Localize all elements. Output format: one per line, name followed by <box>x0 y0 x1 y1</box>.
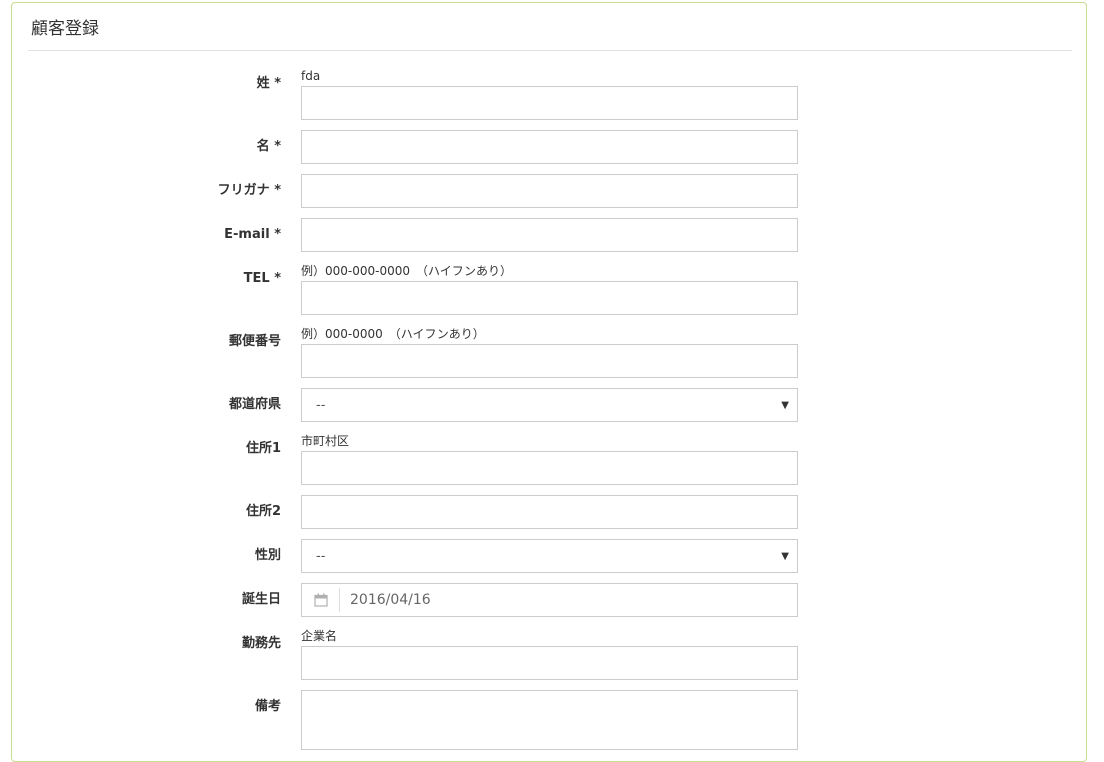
first-name-label: 名 * <box>256 139 281 154</box>
workplace-input[interactable] <box>301 646 798 680</box>
birthday-date-input[interactable]: 2016/04/16 <box>301 583 798 617</box>
address2-input[interactable] <box>301 495 798 529</box>
panel-title: 顧客登録 <box>31 19 99 39</box>
prefecture-selected-value: -- <box>316 397 326 413</box>
last-name-label: 姓 * <box>256 76 281 91</box>
email-label: E-mail * <box>224 227 281 242</box>
email-input[interactable] <box>301 218 798 252</box>
tel-label: TEL * <box>243 271 281 286</box>
prefecture-select[interactable]: -- ▼ <box>301 388 798 422</box>
gender-select[interactable]: -- ▼ <box>301 539 798 573</box>
workplace-label: 勤務先 <box>241 636 281 651</box>
calendar-icon[interactable] <box>302 588 340 612</box>
gender-selected-value: -- <box>316 548 326 564</box>
title-divider <box>28 50 1072 51</box>
first-name-input[interactable] <box>301 130 798 164</box>
notes-label: 備考 <box>254 699 281 714</box>
workplace-hint: 企業名 <box>301 629 338 643</box>
birthday-value: 2016/04/16 <box>350 592 431 608</box>
postal-code-hint: 例）000-0000 （ハイフンあり） <box>301 327 485 341</box>
birthday-label: 誕生日 <box>241 592 281 607</box>
prefecture-label: 都道府県 <box>228 397 281 412</box>
caret-down-icon: ▼ <box>781 399 789 411</box>
address2-label: 住所2 <box>245 504 281 519</box>
furigana-label: フリガナ * <box>217 183 281 198</box>
notes-textarea[interactable] <box>301 690 798 750</box>
postal-code-input[interactable] <box>301 344 798 378</box>
address1-hint: 市町村区 <box>301 434 350 448</box>
address1-label: 住所1 <box>245 441 281 456</box>
caret-down-icon: ▼ <box>781 550 789 562</box>
address1-input[interactable] <box>301 451 798 485</box>
last-name-hint: fda <box>301 69 321 83</box>
postal-code-label: 郵便番号 <box>228 334 281 349</box>
furigana-input[interactable] <box>301 174 798 208</box>
last-name-input[interactable] <box>301 86 798 120</box>
tel-hint: 例）000-000-0000 （ハイフンあり） <box>301 264 513 278</box>
tel-input[interactable] <box>301 281 798 315</box>
gender-label: 性別 <box>254 548 281 563</box>
